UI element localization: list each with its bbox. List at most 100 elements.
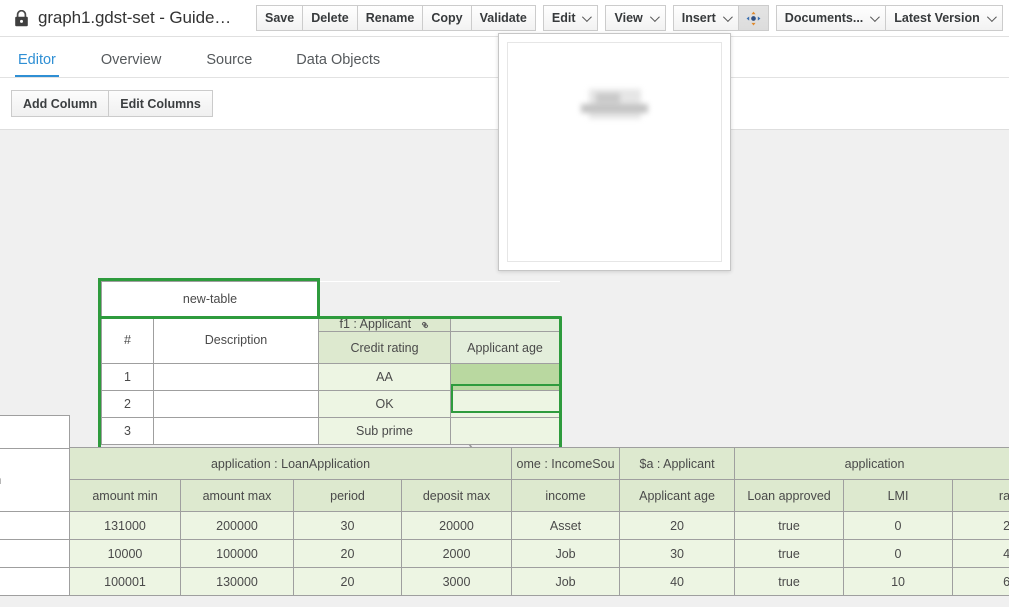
save-button[interactable]: Save xyxy=(256,5,302,31)
cell-lmi[interactable]: 0 xyxy=(844,512,953,540)
group-header-applicant[interactable]: $a : Applicant xyxy=(620,448,735,480)
column-header-index[interactable]: # xyxy=(102,317,154,364)
group-header-f1-applicant[interactable]: f1 : Applicant xyxy=(319,317,451,332)
cell-description[interactable] xyxy=(154,391,319,418)
group-header-income-incomesource[interactable]: ome : IncomeSou xyxy=(512,448,620,480)
table-row[interactable]: 100001 130000 20 3000 Job 40 true 10 6 xyxy=(70,568,1009,596)
popup-content-area xyxy=(507,42,722,262)
cell-amount-min[interactable]: 10000 xyxy=(70,540,181,568)
edit-columns-button[interactable]: Edit Columns xyxy=(108,90,213,117)
cell-lmi[interactable]: 10 xyxy=(844,568,953,596)
cell-loan-approved[interactable]: true xyxy=(735,540,844,568)
bottom-left-title-cell[interactable] xyxy=(0,416,70,449)
column-header-applicant-age[interactable]: Applicant age xyxy=(451,332,560,364)
table-row[interactable]: 3 Sub prime xyxy=(102,418,560,445)
table-title-row xyxy=(0,416,70,449)
cell-lmi[interactable]: 0 xyxy=(844,540,953,568)
table-row[interactable]: 2 OK xyxy=(102,391,560,418)
table-row[interactable] xyxy=(0,568,70,596)
column-header-lmi[interactable]: LMI xyxy=(844,480,953,512)
tab-source[interactable]: Source xyxy=(206,52,252,77)
cell-applicant-age[interactable]: 20 xyxy=(620,512,735,540)
version-dropdown[interactable]: Latest Version xyxy=(885,5,1002,31)
cell-period[interactable]: 30 xyxy=(294,512,402,540)
top-table-name[interactable]: new-table xyxy=(102,282,319,317)
edit-menu-group: Edit xyxy=(543,5,599,31)
tab-overview[interactable]: Overview xyxy=(101,52,161,77)
group-header-empty[interactable] xyxy=(451,317,560,332)
primary-button-group: Save Delete Rename Copy Validate xyxy=(256,5,536,31)
title-bar: graph1.gdst-set - Guide… Save Delete Ren… xyxy=(0,0,1009,37)
column-header-credit-rating[interactable]: Credit rating xyxy=(319,332,451,364)
cell-applicant-age[interactable]: 40 xyxy=(620,568,735,596)
validate-button[interactable]: Validate xyxy=(471,5,536,31)
cell-amount-max[interactable]: 100000 xyxy=(181,540,294,568)
column-header-description-truncated[interactable]: …ion xyxy=(0,449,70,512)
column-header-rate[interactable]: ra xyxy=(953,480,1009,512)
cell-amount-max[interactable]: 200000 xyxy=(181,512,294,540)
cell-description[interactable] xyxy=(0,568,70,596)
bottom-table-left-frozen[interactable]: …ion xyxy=(0,415,70,596)
copy-button[interactable]: Copy xyxy=(422,5,470,31)
cell-rate[interactable]: 6 xyxy=(953,568,1009,596)
edit-menu-button[interactable]: Edit xyxy=(543,5,599,31)
cell-income[interactable]: Asset xyxy=(512,512,620,540)
row-number: 3 xyxy=(102,418,154,445)
delete-button[interactable]: Delete xyxy=(302,5,357,31)
table-row[interactable]: 10000 100000 20 2000 Job 30 true 0 4 xyxy=(70,540,1009,568)
cell-loan-approved[interactable]: true xyxy=(735,568,844,596)
cell-amount-min[interactable]: 131000 xyxy=(70,512,181,540)
column-header-loan-approved[interactable]: Loan approved xyxy=(735,480,844,512)
cell-income[interactable]: Job xyxy=(512,568,620,596)
cell-loan-approved[interactable]: true xyxy=(735,512,844,540)
cell-description[interactable] xyxy=(154,418,319,445)
cell-period[interactable]: 20 xyxy=(294,568,402,596)
cell-description[interactable] xyxy=(154,364,319,391)
table-row[interactable]: 131000 200000 30 20000 Asset 20 true 0 2 xyxy=(70,512,1009,540)
table-row[interactable]: 1 AA xyxy=(102,364,560,391)
cell-deposit-max[interactable]: 3000 xyxy=(402,568,512,596)
cell-rate[interactable]: 4 xyxy=(953,540,1009,568)
column-header-description[interactable]: Description xyxy=(154,317,319,364)
tab-data-objects[interactable]: Data Objects xyxy=(296,52,380,77)
pan-tool-button[interactable] xyxy=(738,5,769,31)
cell-credit-rating[interactable]: Sub prime xyxy=(319,418,451,445)
cell-description[interactable] xyxy=(0,512,70,540)
cell-deposit-max[interactable]: 20000 xyxy=(402,512,512,540)
cell-credit-rating[interactable]: AA xyxy=(319,364,451,391)
insert-pan-group: Insert xyxy=(673,5,769,31)
group-header-application-loanapplication[interactable]: application : LoanApplication xyxy=(70,448,512,480)
cell-description[interactable] xyxy=(0,540,70,568)
table-row[interactable] xyxy=(0,540,70,568)
cell-rate[interactable]: 2 xyxy=(953,512,1009,540)
group-header-label: f1 : Applicant xyxy=(339,317,411,331)
group-header-application[interactable]: application xyxy=(735,448,1009,480)
column-header-amount-min[interactable]: amount min xyxy=(70,480,181,512)
table-row[interactable] xyxy=(0,512,70,540)
cell-credit-rating[interactable]: OK xyxy=(319,391,451,418)
column-header-applicant-age[interactable]: Applicant age xyxy=(620,480,735,512)
cell-applicant-age[interactable] xyxy=(451,364,560,391)
rename-button[interactable]: Rename xyxy=(357,5,423,31)
tab-editor[interactable]: Editor xyxy=(18,52,56,77)
column-header-row: …ion xyxy=(0,449,70,512)
top-decision-table[interactable]: new-table # Description f1 : Applicant C… xyxy=(101,281,560,445)
bottom-decision-table[interactable]: application : LoanApplication ome : Inco… xyxy=(69,447,1009,596)
cell-applicant-age[interactable]: 30 xyxy=(620,540,735,568)
cell-applicant-age[interactable] xyxy=(451,418,560,445)
cell-period[interactable]: 20 xyxy=(294,540,402,568)
add-column-button[interactable]: Add Column xyxy=(11,90,108,117)
column-header-amount-max[interactable]: amount max xyxy=(181,480,294,512)
column-header-period[interactable]: period xyxy=(294,480,402,512)
cell-income[interactable]: Job xyxy=(512,540,620,568)
cell-amount-min[interactable]: 100001 xyxy=(70,568,181,596)
insert-menu-button[interactable]: Insert xyxy=(673,5,738,31)
view-menu-button[interactable]: View xyxy=(605,5,665,31)
cell-applicant-age[interactable] xyxy=(451,391,560,418)
documents-dropdown[interactable]: Documents... xyxy=(776,5,886,31)
loading-popup-panel[interactable] xyxy=(498,33,731,271)
column-header-income[interactable]: income xyxy=(512,480,620,512)
cell-deposit-max[interactable]: 2000 xyxy=(402,540,512,568)
column-header-deposit-max[interactable]: deposit max xyxy=(402,480,512,512)
cell-amount-max[interactable]: 130000 xyxy=(181,568,294,596)
